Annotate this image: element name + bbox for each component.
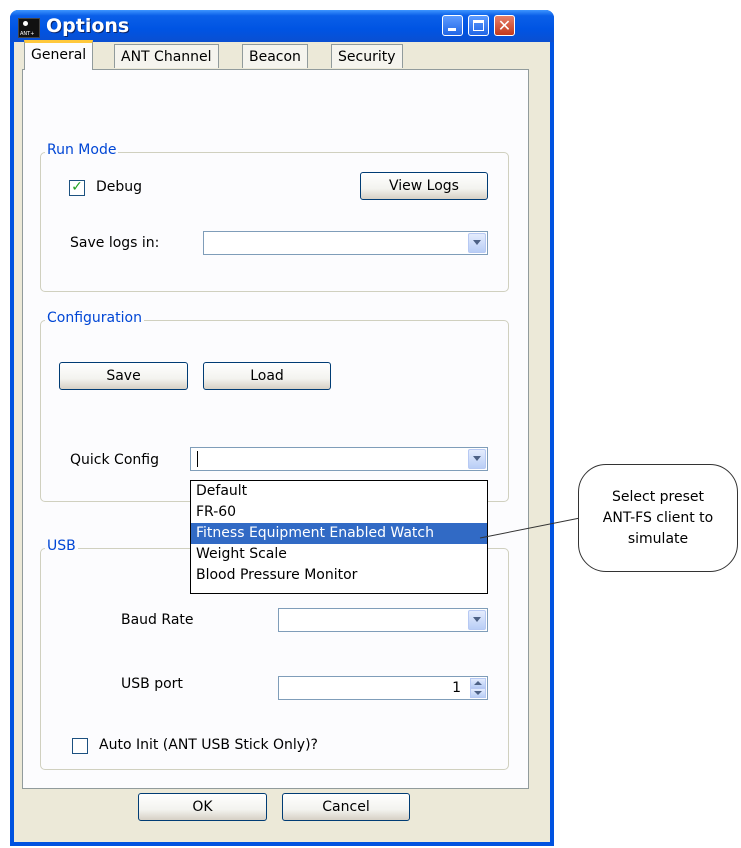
tab-ant-channel[interactable]: ANT Channel (114, 44, 219, 68)
ant-app-icon: ANT+ (18, 18, 40, 38)
list-item-selected[interactable]: Fitness Equipment Enabled Watch (191, 523, 487, 544)
callout-line: ANT-FS client to (602, 509, 714, 526)
save-config-button[interactable]: Save (59, 362, 188, 390)
list-item[interactable]: FR-60 (191, 502, 487, 523)
callout-annotation: Select preset ANT-FS client to simulate (578, 464, 738, 572)
maximize-button[interactable] (468, 15, 489, 36)
callout-leader-line (479, 517, 581, 539)
configuration-group: Configuration (40, 310, 509, 502)
usb-port-value: 1 (452, 680, 461, 696)
save-logs-label: Save logs in: (70, 235, 160, 251)
checkmark-icon: ✓ (71, 179, 83, 195)
list-item[interactable]: Blood Pressure Monitor (191, 565, 487, 586)
dropdown-arrow-icon[interactable] (468, 610, 486, 630)
spin-down-icon[interactable] (470, 688, 486, 698)
baud-rate-combo[interactable] (278, 608, 488, 632)
dropdown-arrow-icon[interactable] (468, 233, 486, 253)
usb-port-spinner[interactable]: 1 (278, 676, 488, 700)
callout-line: simulate (627, 530, 689, 547)
quick-config-combo[interactable] (190, 447, 488, 471)
configuration-legend: Configuration (45, 310, 144, 326)
tab-general[interactable]: General (24, 40, 94, 70)
list-item[interactable]: Default (191, 481, 487, 502)
list-item[interactable]: Weight Scale (191, 544, 487, 565)
debug-label: Debug (96, 179, 143, 195)
view-logs-button[interactable]: View Logs (360, 172, 488, 200)
save-logs-combo[interactable] (203, 231, 488, 255)
close-icon: ✕ (497, 16, 512, 35)
minimize-button[interactable] (442, 15, 463, 36)
usb-legend: USB (45, 538, 78, 554)
text-caret (197, 451, 198, 467)
window-title: Options (46, 15, 130, 37)
cancel-button[interactable]: Cancel (282, 793, 410, 821)
load-config-button[interactable]: Load (203, 362, 331, 390)
ok-button[interactable]: OK (138, 793, 267, 821)
run-mode-legend: Run Mode (45, 142, 119, 158)
quick-config-label: Quick Config (70, 452, 159, 468)
title-bar[interactable]: ANT+ Options ✕ (10, 10, 554, 42)
auto-init-label: Auto Init (ANT USB Stick Only)? (99, 737, 318, 753)
debug-checkbox[interactable]: ✓ (69, 179, 85, 196)
spin-up-icon[interactable] (470, 678, 486, 688)
dropdown-arrow-icon[interactable] (468, 449, 486, 469)
auto-init-checkbox[interactable] (72, 738, 88, 754)
quick-config-dropdown-list[interactable]: Default FR-60 Fitness Equipment Enabled … (190, 480, 488, 594)
close-button[interactable]: ✕ (494, 15, 515, 36)
tab-beacon[interactable]: Beacon (242, 44, 308, 68)
callout-line: Select preset (612, 488, 704, 505)
baud-rate-label: Baud Rate (121, 612, 194, 628)
tab-security[interactable]: Security (331, 44, 403, 68)
usb-port-label: USB port (121, 676, 183, 692)
